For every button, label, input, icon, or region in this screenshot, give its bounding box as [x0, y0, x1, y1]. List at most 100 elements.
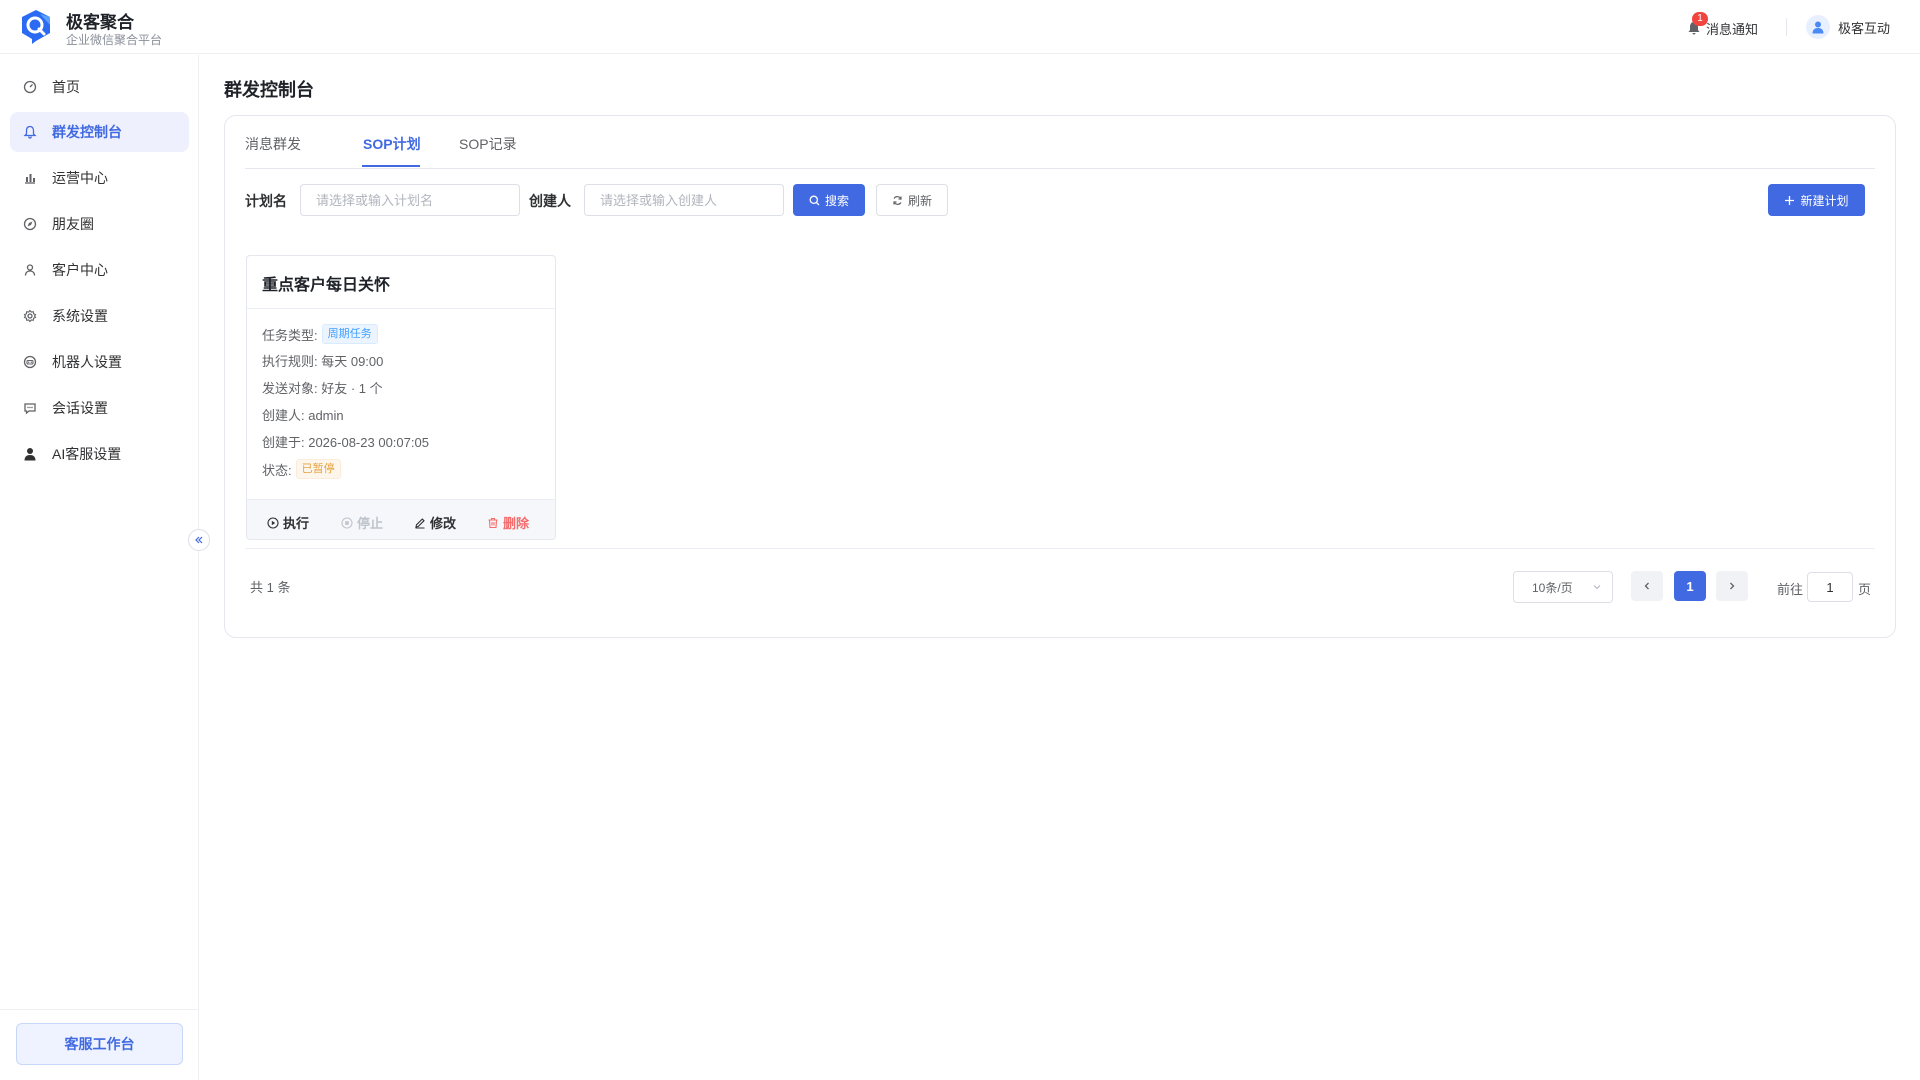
stop-icon [341, 516, 353, 529]
chevron-left-icon [1644, 582, 1649, 590]
refresh-icon [892, 195, 903, 206]
goto-page-input[interactable] [1807, 572, 1853, 602]
user-icon [22, 262, 38, 278]
send-target: 发送对象: 好友 · 1 个 [262, 381, 383, 396]
sidebar-collapse-button[interactable] [188, 529, 210, 551]
execution-rule: 执行规则: 每天 09:00 [262, 354, 384, 369]
sidebar-item-moments[interactable]: 朋友圈 [10, 204, 189, 244]
sidebar: 首页 群发控制台 运营中心 朋友圈 客户中心 系统设置 机器人设置 会话设置 A… [0, 55, 199, 1080]
active-tab-indicator [362, 165, 420, 167]
creator-label: 创建人 [529, 193, 571, 209]
sidebar-divider [0, 1009, 199, 1010]
delete-label: 删除 [503, 516, 530, 531]
list-divider [245, 548, 1875, 549]
status-row: 状态: 已暂停 [262, 459, 341, 479]
page-title: 群发控制台 [224, 80, 314, 100]
service-workbench-button[interactable]: 客服工作台 [16, 1023, 183, 1065]
plan-card-title: 重点客户每日关怀 [262, 277, 391, 294]
sidebar-item-home[interactable]: 首页 [10, 67, 189, 107]
sidebar-item-label: 系统设置 [52, 308, 108, 324]
brand-subtitle: 企业微信聚合平台 [66, 33, 163, 47]
tab-message-broadcast[interactable]: 消息群发 [245, 134, 301, 154]
plan-card: 重点客户每日关怀 任务类型: 周期任务 执行规则: 每天 09:00 发送对象:… [246, 255, 556, 540]
goto-label: 前往 [1777, 582, 1804, 597]
bar-chart-icon [22, 170, 38, 186]
task-type-label: 任务类型: [262, 327, 318, 343]
compass-icon [22, 216, 38, 232]
task-type-row: 任务类型: 周期任务 [262, 324, 378, 344]
card-divider [247, 308, 555, 309]
stop-button[interactable]: 停止 [341, 513, 383, 532]
creator-input[interactable] [584, 184, 784, 216]
search-button-label: 搜索 [824, 193, 849, 208]
chevron-down-icon [1593, 585, 1601, 590]
chevron-right-icon [1730, 582, 1735, 590]
page-size-select[interactable]: 10条/页 [1513, 571, 1613, 603]
sidebar-item-label: AI客服设置 [52, 446, 122, 462]
edit-label: 修改 [430, 516, 457, 531]
sidebar-item-label: 朋友圈 [52, 216, 94, 232]
prev-page-button[interactable] [1631, 571, 1663, 601]
sidebar-item-system-settings[interactable]: 系统设置 [10, 296, 189, 336]
sidebar-item-label: 机器人设置 [52, 354, 122, 370]
created-time: 创建于: 2026-08-23 00:07:05 [262, 435, 429, 450]
plus-icon [1784, 195, 1795, 206]
notification-count-badge: 1 [1692, 12, 1708, 26]
page-unit-label: 页 [1858, 582, 1872, 597]
sidebar-item-ai-service-settings[interactable]: AI客服设置 [10, 434, 189, 474]
avatar [1806, 15, 1830, 39]
notification-button[interactable]: 1 消息通知 [1686, 12, 1759, 38]
plan-creator: 创建人: admin [262, 408, 344, 423]
run-button[interactable]: 执行 [267, 513, 309, 532]
page-size-value: 10条/页 [1532, 580, 1573, 595]
tab-sop-plan[interactable]: SOP计划 [363, 134, 421, 154]
run-label: 执行 [283, 516, 310, 531]
sidebar-item-label: 客户中心 [52, 262, 108, 278]
tab-sop-record[interactable]: SOP记录 [459, 134, 517, 154]
play-icon [267, 516, 279, 529]
double-chevron-left-icon [195, 536, 203, 544]
logo-icon [22, 10, 50, 44]
page-number-current[interactable]: 1 [1674, 571, 1706, 601]
gear-icon [22, 308, 38, 324]
brand-name: 极客聚合 [66, 13, 134, 32]
chat-icon [22, 400, 38, 416]
new-plan-button-label: 新建计划 [1800, 193, 1849, 208]
task-type-tag: 周期任务 [321, 324, 378, 344]
bell-icon [22, 124, 38, 140]
edit-button[interactable]: 修改 [414, 513, 456, 532]
search-icon [809, 195, 820, 206]
sidebar-item-customers[interactable]: 客户中心 [10, 250, 189, 290]
bell-icon: 1 [1686, 12, 1708, 36]
trash-icon [487, 517, 499, 529]
refresh-button[interactable]: 刷新 [876, 184, 948, 216]
sidebar-item-robot-settings[interactable]: 机器人设置 [10, 342, 189, 382]
edit-icon [414, 517, 426, 529]
sidebar-item-operations[interactable]: 运营中心 [10, 158, 189, 198]
refresh-button-label: 刷新 [907, 193, 932, 208]
status-badge: 已暂停 [295, 459, 341, 479]
sidebar-item-label: 运营中心 [52, 170, 108, 186]
search-button[interactable]: 搜索 [793, 184, 865, 216]
sidebar-item-label: 群发控制台 [52, 124, 122, 140]
user-name: 极客互动 [1838, 20, 1891, 36]
user-menu[interactable]: 极客互动 [1806, 15, 1890, 39]
card-actions: 执行 停止 修改 删除 [247, 499, 555, 539]
sidebar-item-broadcast-console[interactable]: 群发控制台 [10, 112, 189, 152]
total-count: 共 1 条 [250, 580, 291, 595]
person-icon [22, 446, 38, 462]
notification-label: 消息通知 [1706, 21, 1759, 37]
content-panel: 消息群发 SOP计划 SOP记录 计划名 创建人 搜索 刷新 新建计划 重点客户… [224, 115, 1896, 638]
robot-icon [22, 354, 38, 370]
next-page-button[interactable] [1716, 571, 1748, 601]
sidebar-item-label: 首页 [52, 79, 80, 95]
top-header: 极客聚合 企业微信聚合平台 1 消息通知 极客互动 [0, 0, 1920, 54]
delete-button[interactable]: 删除 [487, 513, 529, 532]
plan-name-input[interactable] [300, 184, 520, 216]
header-divider [1786, 18, 1787, 36]
sidebar-item-session-settings[interactable]: 会话设置 [10, 388, 189, 428]
stop-label: 停止 [357, 516, 384, 531]
status-label: 状态: [262, 462, 292, 478]
tab-bar: 消息群发 SOP计划 SOP记录 [245, 116, 1875, 169]
new-plan-button[interactable]: 新建计划 [1768, 184, 1865, 216]
